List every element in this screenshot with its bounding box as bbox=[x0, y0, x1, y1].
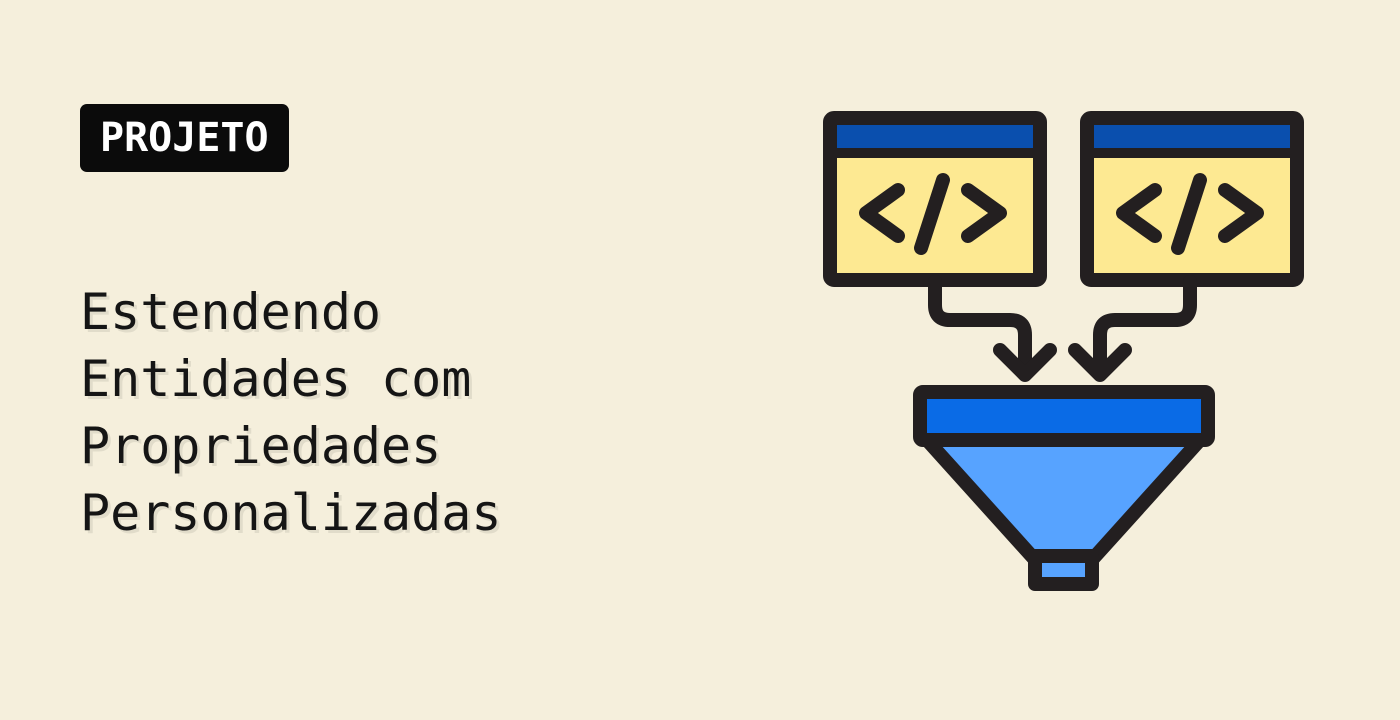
code-window-right-icon bbox=[1080, 111, 1304, 287]
arrow-down-icon bbox=[1068, 275, 1197, 382]
title-line: Propriedades bbox=[80, 417, 442, 475]
code-window-left-icon bbox=[823, 111, 1047, 287]
funnel-icon bbox=[913, 385, 1215, 591]
category-badge: PROJETO bbox=[80, 104, 289, 172]
code-funnel-illustration bbox=[823, 111, 1304, 591]
title-line: Personalizadas bbox=[80, 484, 502, 542]
arrow-down-icon bbox=[928, 275, 1057, 382]
title-line: Estendendo bbox=[80, 283, 382, 341]
page-title: Estendendo Entidades com Propriedades Pe… bbox=[80, 279, 700, 547]
title-line: Entidades com bbox=[80, 350, 472, 408]
